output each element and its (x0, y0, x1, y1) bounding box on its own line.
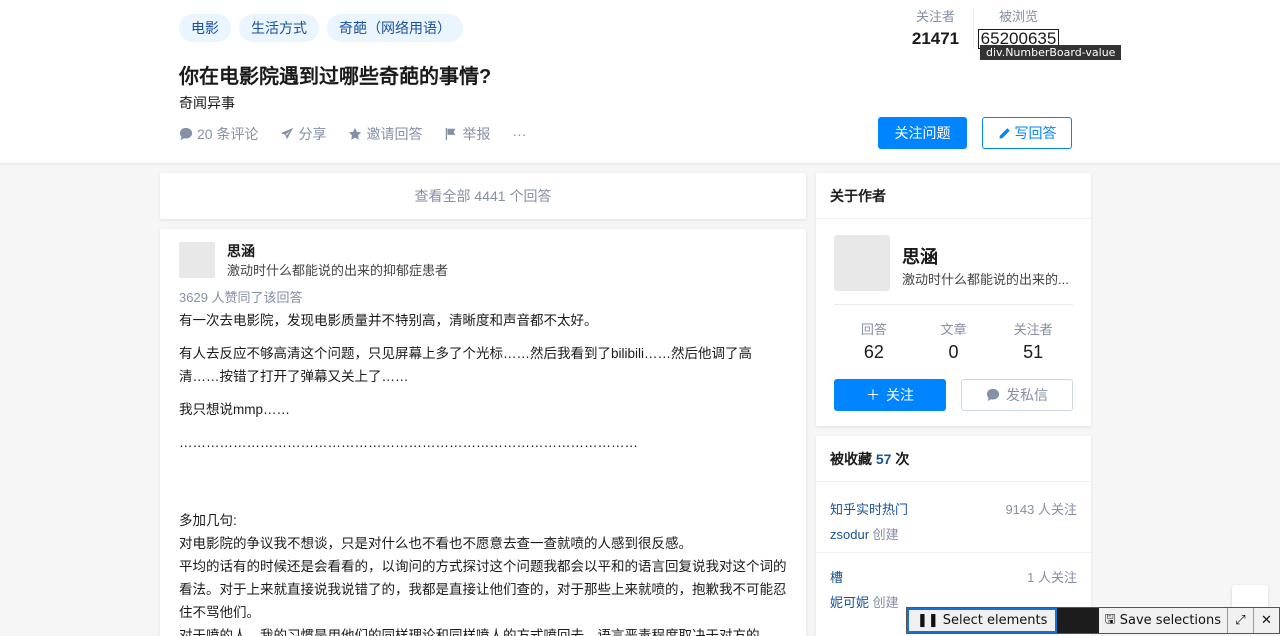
stat-value: 51 (1023, 342, 1044, 362)
answer-line: 平均的话有的时候还是会看看的，以询问的方式探讨这个问题我都会以平和的语言回复说我… (179, 559, 787, 620)
topic-tag[interactable]: 电影 (179, 14, 231, 42)
collections-card: 被收藏 57 次 知乎实时热门 9143 人关注 zsodur 创建 槽 1 人… (816, 436, 1091, 636)
paper-plane-icon (281, 127, 294, 140)
inspector-tooltip: div.NumberBoard-value (980, 45, 1122, 60)
selection-toolbar: ❚❚ Select elements 🖫 Save selections ⤢ ✕ (906, 607, 1280, 634)
about-author-card: 关于作者 思涵 激动时什么都能说的出来的... 回答 62 文章 0 关注者 5… (816, 173, 1091, 426)
vote-count: 3629 人赞同了该回答 (179, 290, 303, 305)
report-label: 举报 (462, 126, 491, 142)
save-selections-label: Save selections (1119, 613, 1221, 628)
collection-followers: 9143 人关注 (1005, 502, 1077, 517)
collection-item[interactable]: 知乎实时热门 9143 人关注 zsodur 创建 (830, 499, 1077, 543)
view-all-answers-button[interactable]: 查看全部 4441 个回答 (160, 173, 806, 219)
answer-paragraph: ………………………………………………………………………………………… (179, 435, 638, 450)
select-elements-label: Select elements (942, 613, 1048, 628)
answer-content: 有一次去电影院，发现电影质量并不特别高，清晰度和声音都不太好。 有人去反应不够高… (179, 309, 789, 636)
collections-title: 被收藏 57 次 (816, 436, 1091, 482)
sidebar-author-headline: 激动时什么都能说的出来的... (902, 272, 1069, 287)
pause-icon: ❚❚ (917, 613, 939, 628)
question-title: 你在电影院遇到过哪些奇葩的事情? (179, 66, 492, 88)
avatar[interactable] (179, 242, 215, 278)
divider (834, 304, 1073, 305)
plus-icon: ＋ (866, 387, 880, 403)
answer-card: 思涵 激动时什么都能说的出来的抑郁症患者 3629 人赞同了该回答 有一次去电影… (160, 229, 806, 636)
answer-more: 多加几句: 对电影院的争议我不想谈，只是对什么也不看也不愿意去查一查就喷的人感到… (179, 509, 789, 636)
floppy-icon: 🖫 (1104, 611, 1116, 627)
write-answer-label: 写回答 (1014, 125, 1057, 141)
pencil-icon (999, 127, 1010, 138)
created-label: 创建 (872, 595, 899, 610)
sidebar-author-name[interactable]: 思涵 (902, 243, 938, 269)
answer-paragraph: 有人去反应不够高清这个问题，只见屏幕上多了个光标……然后我看到了bilibili… (179, 346, 753, 384)
collections-suffix: 次 (895, 451, 910, 467)
follow-author-label: 关注 (886, 387, 914, 403)
topic-tag[interactable]: 奇葩（网络用语） (327, 14, 463, 42)
author-stats: 回答 62 文章 0 关注者 51 (834, 319, 1073, 363)
creator-name[interactable]: 妮可妮 (830, 595, 869, 610)
avatar[interactable] (834, 235, 890, 291)
number-board: 关注者 21471 被浏览 65200635 (898, 8, 1063, 49)
follow-author-button[interactable]: ＋ 关注 (834, 379, 946, 411)
answer-paragraph: 我只想说mmp…… (179, 402, 290, 417)
report-button[interactable]: 举报 (444, 124, 490, 144)
stat-answers[interactable]: 回答 62 (834, 319, 914, 363)
stat-label: 文章 (940, 322, 967, 337)
star-icon (349, 127, 362, 140)
created-label: 创建 (872, 527, 899, 542)
flag-icon (446, 127, 456, 141)
collection-followers: 1 人关注 (1027, 570, 1077, 585)
answer-line: 对电影院的争议我不想谈，只是对什么也不看也不愿意去查一查就喷的人感到很反感。 (179, 536, 692, 551)
collection-creator[interactable]: zsodur 创建 (830, 524, 1077, 543)
write-answer-button[interactable]: 写回答 (982, 117, 1072, 149)
question-header: 电影 生活方式 奇葩（网络用语） 你在电影院遇到过哪些奇葩的事情? 奇闻异事 2… (0, 0, 1280, 163)
select-elements-button[interactable]: ❚❚ Select elements (907, 608, 1058, 633)
collections-count: 57 (875, 451, 892, 467)
chat-bubble-icon (986, 388, 1000, 402)
topic-tag[interactable]: 生活方式 (239, 14, 319, 42)
followers-stat[interactable]: 关注者 21471 (898, 8, 973, 49)
answer-line: 对于喷的人，我的习惯是用他们的同样理论和同样喷人的方式喷回去。语言恶毒程度取决于… (179, 628, 760, 636)
stat-followers[interactable]: 关注者 51 (993, 319, 1073, 363)
invite-label: 邀请回答 (366, 126, 423, 142)
followers-value: 21471 (911, 29, 960, 48)
more-button[interactable]: ··· (512, 126, 526, 142)
answer-paragraph: 有一次去电影院，发现电影质量并不特别高，清晰度和声音都不太好。 (179, 313, 598, 328)
stat-label: 关注者 (1013, 322, 1053, 337)
question-actions: 20 条评论 分享 邀请回答 举报 ··· (179, 124, 526, 144)
follow-question-button[interactable]: 关注问题 (878, 117, 967, 149)
comments-label: 20 条评论 (197, 126, 259, 142)
followers-label: 关注者 (915, 9, 955, 24)
stat-label: 回答 (860, 322, 887, 337)
question-detail: 奇闻异事 (179, 95, 235, 111)
comments-button[interactable]: 20 条评论 (179, 124, 258, 144)
invite-button[interactable]: 邀请回答 (348, 124, 422, 144)
stat-value: 0 (948, 342, 959, 362)
send-message-label: 发私信 (1006, 387, 1048, 403)
views-label: 被浏览 (998, 9, 1038, 24)
comment-icon (179, 127, 193, 141)
author-name[interactable]: 思涵 (227, 241, 255, 261)
stat-value: 62 (863, 342, 884, 362)
answer-line: 多加几句: (179, 513, 237, 528)
creator-name[interactable]: zsodur (830, 527, 869, 542)
send-message-button[interactable]: 发私信 (961, 379, 1073, 411)
collection-item[interactable]: 槽 1 人关注 妮可妮 创建 (830, 567, 1077, 611)
close-icon[interactable]: ✕ (1253, 608, 1279, 633)
divider (816, 552, 1091, 553)
about-author-title: 关于作者 (816, 173, 1091, 219)
author-headline: 激动时什么都能说的出来的抑郁症患者 (227, 263, 449, 278)
stat-articles[interactable]: 文章 0 (914, 319, 994, 363)
collections-prefix: 被收藏 (830, 451, 872, 467)
topic-tags: 电影 生活方式 奇葩（网络用语） (179, 14, 463, 42)
share-button[interactable]: 分享 (280, 124, 326, 144)
share-label: 分享 (298, 126, 327, 142)
views-stat: 被浏览 65200635 (973, 8, 1063, 49)
save-selections-button[interactable]: 🖫 Save selections (1098, 608, 1227, 633)
expand-icon[interactable]: ⤢ (1227, 608, 1253, 633)
